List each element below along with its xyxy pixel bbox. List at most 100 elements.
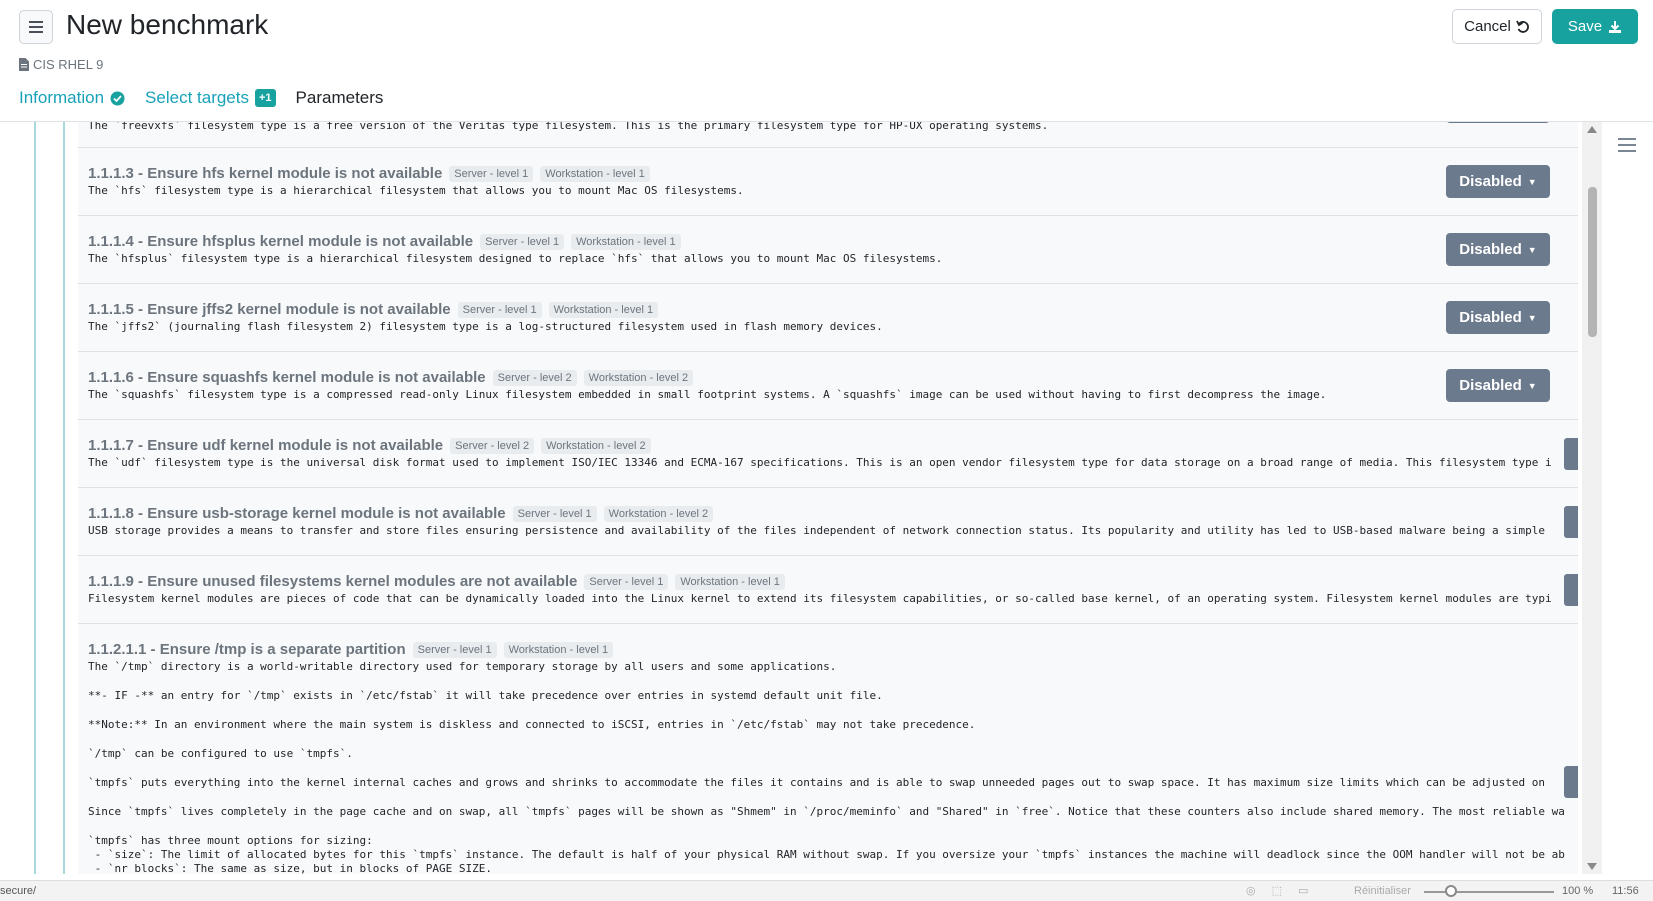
rule-status-dropdown[interactable] (1564, 506, 1578, 538)
rule-status-dropdown[interactable] (1564, 438, 1578, 470)
status-label: Disabled (1459, 173, 1522, 190)
save-button[interactable]: Save (1552, 9, 1638, 44)
rule-description: The `freevxfs` filesystem type is a free… (88, 122, 1049, 132)
zoom-slider-handle[interactable] (1445, 885, 1457, 897)
list-item: 1.1.1.8 - Ensure usb-storage kernel modu… (78, 488, 1578, 556)
tab-information-label: Information (19, 88, 105, 107)
rule-list: The `freevxfs` filesystem type is a free… (78, 122, 1578, 874)
undo-icon (1516, 20, 1529, 33)
app-header: New benchmark Cancel Save CIS RHEL 9 Inf… (0, 0, 1653, 121)
screenshot-icon[interactable]: ◎ (1246, 884, 1256, 897)
rule-description-paragraph: `/tmp` can be configured to use `tmpfs`. (88, 747, 353, 760)
list-item: 1.1.1.7 - Ensure udf kernel module is no… (78, 420, 1578, 488)
tree-guide-line (63, 122, 65, 874)
file-icon (19, 58, 29, 71)
rule-description-paragraph: **Note:** In an environment where the ma… (88, 718, 976, 731)
caret-down-icon: ▼ (1527, 244, 1537, 255)
tab-select-targets-label: Select targets (145, 88, 249, 107)
caret-down-icon: ▼ (1527, 176, 1537, 187)
rule-description: The `udf` filesystem type is the univers… (88, 456, 1552, 469)
tab-parameters-label: Parameters (295, 88, 384, 107)
rules-panel[interactable]: The `freevxfs` filesystem type is a free… (4, 122, 1603, 874)
list-item: 1.1.1.6 - Ensure squashfs kernel module … (78, 352, 1578, 420)
rule-description-paragraph: `tmpfs` has three mount options for sizi… (88, 834, 373, 847)
caret-down-icon: ▼ (1527, 380, 1537, 391)
status-label: Disabled (1459, 241, 1522, 258)
tab-parameters[interactable]: Parameters (296, 88, 384, 108)
workstation-level-badge: Workstation - level 1 (503, 641, 614, 658)
list-item: 1.1.1.9 - Ensure unused filesystems kern… (78, 556, 1578, 624)
panel-scrollbar[interactable] (1582, 122, 1602, 874)
scroll-up-arrow-icon[interactable] (1587, 126, 1597, 133)
status-label: Disabled (1459, 377, 1522, 394)
rule-description-paragraph: `tmpfs` puts everything into the kernel … (88, 776, 1545, 789)
rule-title: 1.1.1.5 - Ensure jffs2 kernel module is … (88, 301, 451, 318)
status-label: Disabled (1459, 309, 1522, 326)
rule-description-paragraph: - `nr_blocks`: The same as size, but in … (88, 862, 492, 874)
targets-count-badge: +1 (255, 89, 276, 107)
list-item: 1.1.1.5 - Ensure jffs2 kernel module is … (78, 284, 1578, 352)
reader-icon[interactable]: ▭ (1298, 884, 1308, 897)
workstation-level-badge: Workstation - level 2 (541, 437, 651, 454)
rule-description: The `hfs` filesystem type is a hierarchi… (88, 184, 744, 197)
tree-guide-line (34, 122, 36, 874)
rule-status-dropdown[interactable] (1564, 574, 1578, 606)
server-level-badge: Server - level 1 (512, 505, 597, 522)
rule-description-paragraph: The `/tmp` directory is a world-writable… (88, 660, 837, 673)
server-level-badge: Server - level 2 (450, 437, 535, 454)
rule-status-dropdown[interactable]: Disabled ▼ (1446, 369, 1550, 402)
rule-title: 1.1.2.1.1 - Ensure /tmp is a separate pa… (88, 641, 406, 658)
page-title: New benchmark (66, 9, 269, 40)
rule-description: USB storage provides a means to transfer… (88, 524, 1545, 537)
benchmark-source: CIS RHEL 9 (19, 57, 103, 72)
list-item: The `freevxfs` filesystem type is a free… (78, 122, 1578, 148)
rule-description: The `jffs2` (journaling flash filesystem… (88, 320, 883, 333)
rule-title: 1.1.1.9 - Ensure unused filesystems kern… (88, 573, 578, 590)
server-level-badge: Server - level 1 (584, 573, 669, 590)
tab-select-targets[interactable]: Select targets +1 (145, 88, 276, 108)
rule-description-paragraph: **- IF -** an entry for `/tmp` exists in… (88, 689, 883, 702)
rule-status-dropdown[interactable] (1446, 122, 1550, 123)
scroll-down-arrow-icon[interactable] (1587, 863, 1597, 870)
tab-information[interactable]: Information (19, 88, 125, 108)
hamburger-icon (29, 21, 43, 33)
cancel-label: Cancel (1464, 18, 1511, 35)
workstation-level-badge: Workstation - level 1 (540, 165, 650, 182)
download-icon (1609, 20, 1622, 33)
workstation-level-badge: Workstation - level 1 (675, 573, 785, 590)
rule-description-paragraph: Since `tmpfs` lives completely in the pa… (88, 805, 1565, 818)
rule-status-dropdown[interactable] (1564, 766, 1578, 798)
rule-title: 1.1.1.4 - Ensure hfsplus kernel module i… (88, 233, 474, 250)
server-level-badge: Server - level 1 (412, 641, 497, 658)
zoom-slider[interactable] (1424, 891, 1554, 893)
zoom-reset-button[interactable]: Réinitialiser (1354, 885, 1411, 897)
list-item: 1.1.1.4 - Ensure hfsplus kernel module i… (78, 216, 1578, 284)
clock: 11:56 (1612, 885, 1639, 897)
browser-status-bar: secure/ ◎ ⬚ ▭ Réinitialiser 100 % 11:56 (0, 880, 1653, 901)
cancel-button[interactable]: Cancel (1452, 9, 1542, 44)
rule-title: 1.1.1.6 - Ensure squashfs kernel module … (88, 369, 486, 386)
rule-status-dropdown[interactable]: Disabled ▼ (1446, 165, 1550, 198)
wizard-tabs: Information Select targets +1 Parameters (19, 88, 403, 108)
save-label: Save (1567, 18, 1603, 35)
server-level-badge: Server - level 1 (480, 233, 565, 250)
rule-description: Filesystem kernel modules are pieces of … (88, 592, 1552, 605)
rule-title: 1.1.1.3 - Ensure hfs kernel module is no… (88, 165, 443, 182)
workstation-level-badge: Workstation - level 2 (583, 369, 694, 386)
status-url: secure/ (0, 885, 37, 897)
menu-toggle-button[interactable] (19, 10, 53, 44)
workstation-level-badge: Workstation - level 2 (603, 505, 714, 522)
rule-title: 1.1.1.7 - Ensure udf kernel module is no… (88, 437, 444, 454)
rule-status-dropdown[interactable]: Disabled ▼ (1446, 233, 1550, 266)
rule-status-dropdown[interactable]: Disabled ▼ (1446, 301, 1550, 334)
zoom-level: 100 % (1562, 885, 1594, 897)
fullscreen-icon[interactable]: ⬚ (1272, 884, 1282, 897)
side-menu-icon[interactable] (1616, 136, 1638, 154)
list-item: 1.1.2.1.1 - Ensure /tmp is a separate pa… (78, 624, 1578, 874)
server-level-badge: Server - level 1 (457, 301, 542, 318)
benchmark-source-label: CIS RHEL 9 (33, 57, 104, 72)
caret-down-icon: ▼ (1527, 312, 1537, 323)
rule-description-paragraph: - `size`: The limit of allocated bytes f… (88, 848, 1565, 861)
rule-title: 1.1.1.8 - Ensure usb-storage kernel modu… (88, 505, 506, 522)
scrollbar-thumb[interactable] (1588, 187, 1597, 337)
